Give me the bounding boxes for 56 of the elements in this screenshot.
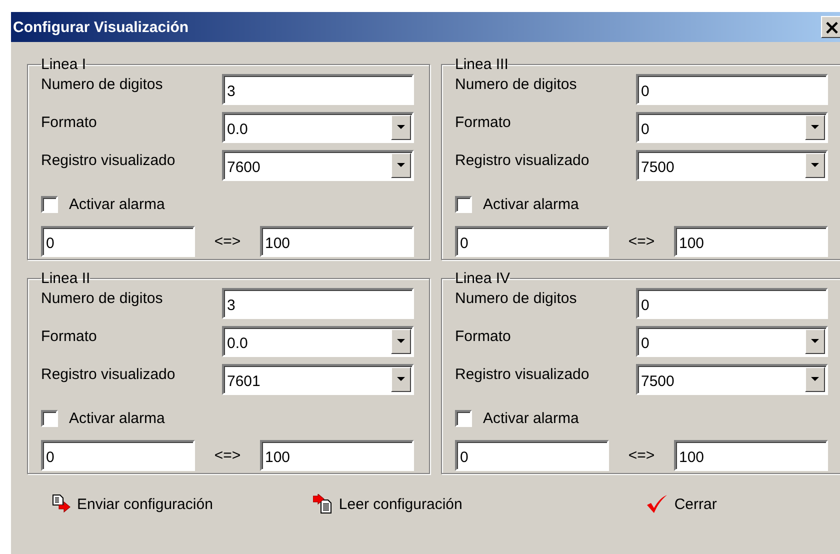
input-field[interactable]: 0 <box>41 440 195 471</box>
input-field[interactable]: 0 <box>41 226 195 257</box>
field-label: Numero de digitos <box>455 290 577 306</box>
input-field[interactable]: 0 <box>455 226 609 257</box>
field-label: Registro visualizado <box>41 152 176 168</box>
checkbox[interactable] <box>41 196 58 212</box>
close-button[interactable]: × <box>821 16 840 38</box>
input-field[interactable]: 0 <box>636 74 828 104</box>
input-field[interactable]: 100 <box>674 226 828 257</box>
dropdown[interactable]: 0.0 <box>222 112 414 142</box>
input-field[interactable]: 100 <box>260 226 414 257</box>
input-field[interactable]: 0 <box>636 288 828 318</box>
dropdown[interactable]: 7500 <box>636 150 828 180</box>
group-title: Linea IV <box>455 270 510 287</box>
dropdown[interactable]: 0.0 <box>222 326 414 356</box>
field-label: Registro visualizado <box>41 366 176 382</box>
field-label: Registro visualizado <box>455 366 590 382</box>
checkbox[interactable] <box>455 410 472 426</box>
dropdown[interactable]: 7500 <box>636 364 828 394</box>
field-label: Formato <box>41 328 97 344</box>
button[interactable]: Enviar configuración <box>51 494 213 514</box>
field-label: Numero de digitos <box>41 290 163 306</box>
field-label: Registro visualizado <box>455 152 590 168</box>
dropdown[interactable]: 0 <box>636 112 828 142</box>
field-label: Numero de digitos <box>41 76 163 92</box>
range-separator: <=> <box>213 233 242 250</box>
group-title: Linea III <box>455 56 508 73</box>
dropdown[interactable]: 7600 <box>222 150 414 180</box>
group-title: Linea I <box>41 56 86 73</box>
button[interactable]: Cerrar <box>646 494 717 514</box>
range-separator: <=> <box>627 447 656 464</box>
field-label: Formato <box>455 328 511 344</box>
checkbox[interactable] <box>455 196 472 212</box>
input-field[interactable]: 0 <box>455 440 609 471</box>
range-separator: <=> <box>213 447 242 464</box>
field-label: Formato <box>41 114 97 130</box>
range-separator: <=> <box>627 233 656 250</box>
document-arrow-icon <box>51 494 71 514</box>
arrow-document-icon <box>312 494 333 514</box>
checkbox-label: Activar alarma <box>483 410 579 426</box>
field-label: Formato <box>455 114 511 130</box>
checkbox[interactable] <box>41 410 58 426</box>
field-label: Numero de digitos <box>455 76 577 92</box>
input-field[interactable]: 100 <box>674 440 828 471</box>
checkbox-label: Activar alarma <box>483 196 579 212</box>
dropdown[interactable]: 7601 <box>222 364 414 394</box>
input-field[interactable]: 100 <box>260 440 414 471</box>
checkbox-label: Activar alarma <box>69 410 165 426</box>
group-title: Linea II <box>41 270 90 287</box>
window-title: Configurar Visualización <box>13 18 190 36</box>
input-field[interactable]: 3 <box>222 74 414 104</box>
input-field[interactable]: 3 <box>222 288 414 318</box>
button[interactable]: Leer configuración <box>312 494 462 514</box>
checkbox-label: Activar alarma <box>69 196 165 212</box>
checkmark-icon <box>646 494 668 514</box>
dropdown[interactable]: 0 <box>636 326 828 356</box>
